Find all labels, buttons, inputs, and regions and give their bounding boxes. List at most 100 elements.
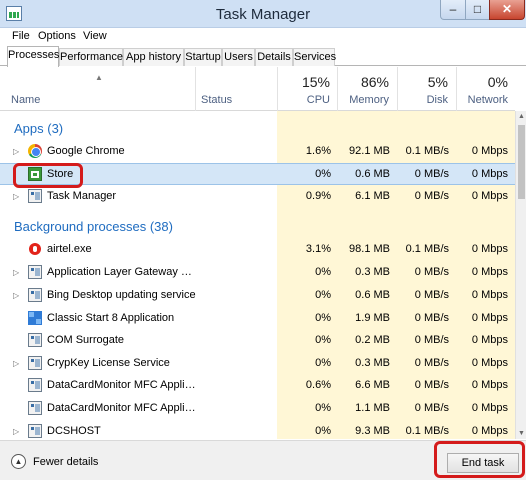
network-value: 0 Mbps	[471, 425, 508, 437]
chrome-icon	[28, 144, 42, 158]
disk-value: 0.1 MB/s	[405, 145, 449, 157]
memory-value: 0.2 MB	[355, 334, 390, 346]
memory-value: 0.6 MB	[355, 289, 390, 301]
column-cpu[interactable]: CPU	[280, 94, 330, 106]
service-icon	[28, 401, 42, 415]
process-name: Application Layer Gateway Servi...	[47, 266, 197, 278]
scroll-up-arrow-icon[interactable]: ▲	[518, 113, 525, 120]
cpu-value: 0%	[315, 402, 331, 414]
table-row[interactable]: DataCardMonitor MFC Applicat... 0% 1.1 M…	[0, 398, 515, 420]
classic-start-icon	[28, 311, 42, 325]
scrollbar-thumb[interactable]	[518, 125, 525, 199]
disk-total-percent: 5%	[427, 74, 448, 90]
disk-value: 0 MB/s	[414, 402, 449, 414]
disk-value: 0 MB/s	[414, 266, 449, 278]
column-network[interactable]: Network	[452, 94, 508, 106]
menu-file[interactable]: File	[12, 30, 30, 42]
network-value: 0 Mbps	[471, 379, 508, 391]
menu-options[interactable]: Options	[38, 30, 76, 42]
memory-value: 0.3 MB	[355, 357, 390, 369]
close-button[interactable]: ✕	[489, 0, 525, 20]
network-value: 0 Mbps	[471, 243, 508, 255]
process-name: Bing Desktop updating service	[47, 289, 196, 301]
table-row[interactable]: airtel.exe 3.1% 98.1 MB 0.1 MB/s 0 Mbps	[0, 239, 515, 261]
expand-chevron-icon[interactable]: ▷	[13, 268, 19, 277]
memory-value: 1.9 MB	[355, 312, 390, 324]
table-row[interactable]: ▷ DCSHOST 0% 9.3 MB 0.1 MB/s 0 Mbps	[0, 421, 515, 439]
tab-details[interactable]: Details	[255, 48, 293, 66]
footer-bar: ▲ Fewer details End task	[0, 440, 526, 480]
cpu-value: 0%	[315, 334, 331, 346]
table-row[interactable]: ▷ Application Layer Gateway Servi... 0% …	[0, 262, 515, 284]
tab-users[interactable]: Users	[222, 48, 255, 66]
tab-performance[interactable]: Performance	[59, 48, 123, 66]
process-name: airtel.exe	[47, 243, 92, 255]
disk-value: 0 MB/s	[414, 190, 449, 202]
network-value: 0 Mbps	[471, 357, 508, 369]
task-manager-icon	[28, 189, 42, 203]
vertical-scrollbar[interactable]: ▲ ▼	[515, 111, 526, 439]
process-name: COM Surrogate	[47, 334, 125, 346]
process-name: CrypKey License Service	[47, 357, 170, 369]
table-row[interactable]: Classic Start 8 Application 0% 1.9 MB 0 …	[0, 308, 515, 330]
cpu-value: 0.6%	[305, 379, 331, 391]
expand-chevron-icon[interactable]: ▷	[13, 192, 19, 201]
column-name[interactable]: Name	[11, 94, 40, 106]
expand-chevron-icon[interactable]: ▷	[13, 147, 19, 156]
process-name: DCSHOST	[47, 425, 101, 437]
process-name: Task Manager	[47, 190, 117, 202]
tab-startup[interactable]: Startup	[184, 48, 222, 66]
table-row[interactable]: ▷ Google Chrome 1.6% 92.1 MB 0.1 MB/s 0 …	[0, 141, 515, 163]
service-icon	[28, 265, 42, 279]
expand-chevron-icon[interactable]: ▷	[13, 359, 19, 368]
menu-view[interactable]: View	[83, 30, 107, 42]
group-apps-header: Apps (3)	[14, 121, 64, 136]
memory-value: 6.6 MB	[355, 379, 390, 391]
column-memory[interactable]: Memory	[335, 94, 389, 106]
cpu-value: 0%	[315, 266, 331, 278]
process-name: DataCardMonitor MFC Applicat...	[47, 379, 197, 391]
table-row[interactable]: ▷ Task Manager 0.9% 6.1 MB 0 MB/s 0 Mbps	[0, 186, 515, 208]
service-icon	[28, 424, 42, 438]
tab-bar: Processes Performance App history Startu…	[0, 45, 526, 67]
table-row[interactable]: COM Surrogate 0% 0.2 MB 0 MB/s 0 Mbps	[0, 330, 515, 352]
scroll-down-arrow-icon[interactable]: ▼	[518, 430, 525, 437]
memory-total-percent: 86%	[360, 74, 389, 90]
table-row-selected[interactable]: Store 0% 0.6 MB 0 MB/s 0 Mbps	[0, 163, 515, 185]
cpu-value: 0%	[315, 289, 331, 301]
sort-ascending-icon: ▲	[95, 73, 103, 82]
maximize-button[interactable]: □	[465, 0, 490, 20]
column-status[interactable]: Status	[201, 94, 232, 106]
column-disk[interactable]: Disk	[395, 94, 448, 106]
process-name: Store	[47, 168, 74, 180]
minimize-button[interactable]: –	[440, 0, 466, 20]
end-task-button[interactable]: End task	[447, 453, 519, 473]
network-value: 0 Mbps	[471, 334, 508, 346]
table-row[interactable]: ▷ Bing Desktop updating service 0% 0.6 M…	[0, 285, 515, 307]
network-value: 0 Mbps	[471, 168, 508, 180]
disk-value: 0.1 MB/s	[405, 425, 449, 437]
process-name: Classic Start 8 Application	[47, 312, 175, 324]
expand-chevron-icon[interactable]: ▷	[13, 291, 19, 300]
memory-value: 9.3 MB	[355, 425, 390, 437]
disk-value: 0 MB/s	[414, 379, 449, 391]
memory-value: 0.3 MB	[355, 266, 390, 278]
disk-value: 0 MB/s	[414, 312, 449, 324]
column-divider[interactable]	[195, 67, 196, 111]
disk-value: 0 MB/s	[414, 357, 449, 369]
chevron-up-circle-icon[interactable]: ▲	[11, 454, 26, 469]
network-value: 0 Mbps	[471, 289, 508, 301]
tab-services[interactable]: Services	[293, 48, 336, 66]
table-row[interactable]: ▷ CrypKey License Service 0% 0.3 MB 0 MB…	[0, 353, 515, 375]
network-value: 0 Mbps	[471, 402, 508, 414]
tab-processes[interactable]: Processes	[7, 46, 59, 67]
memory-value: 6.1 MB	[355, 190, 390, 202]
service-icon	[28, 356, 42, 370]
fewer-details-link[interactable]: Fewer details	[33, 456, 98, 468]
tab-app-history[interactable]: App history	[123, 48, 184, 66]
column-divider[interactable]	[277, 67, 278, 111]
expand-chevron-icon[interactable]: ▷	[13, 427, 19, 436]
memory-value: 0.6 MB	[355, 168, 390, 180]
table-row[interactable]: DataCardMonitor MFC Applicat... 0.6% 6.6…	[0, 375, 515, 397]
cpu-value: 0%	[315, 425, 331, 437]
